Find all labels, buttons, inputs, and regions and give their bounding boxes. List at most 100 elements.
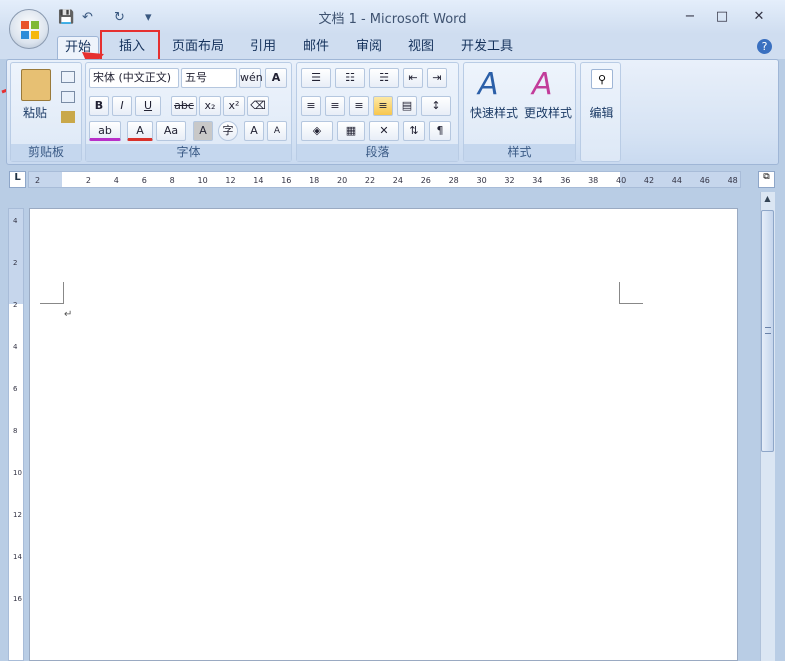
text-highlight-button[interactable]: ab bbox=[89, 121, 121, 141]
font-group-label: 字体 bbox=[86, 144, 291, 161]
subscript-button[interactable]: x₂ bbox=[199, 96, 221, 116]
ruler-tick-label: 38 bbox=[588, 176, 598, 185]
ruler-tick-label: 2 bbox=[35, 176, 40, 185]
cut-icon[interactable] bbox=[61, 71, 75, 83]
close-button[interactable]: ✕ bbox=[748, 8, 770, 26]
ruler-tick-label: 44 bbox=[672, 176, 682, 185]
vertical-ruler: 4 2 2 4 6 8 10 12 14 16 bbox=[8, 208, 24, 661]
line-spacing-icon[interactable]: ↕ bbox=[421, 96, 451, 116]
vruler-tick-label: 2 bbox=[13, 259, 17, 267]
ruler-tick-label: 4 bbox=[114, 176, 119, 185]
document-page[interactable]: ↵ bbox=[29, 208, 738, 661]
editing-label[interactable]: 编辑 bbox=[581, 104, 622, 121]
font-group: 宋体 (中文正文) 五号 wén A B I U abc x₂ x² ⌫ ab … bbox=[85, 62, 292, 162]
quick-styles-icon[interactable]: A bbox=[478, 67, 499, 102]
tab-mailings[interactable]: 邮件 bbox=[301, 36, 331, 59]
font-name-combo[interactable]: 宋体 (中文正文) bbox=[89, 68, 179, 88]
tab-selector-icon[interactable]: L bbox=[9, 171, 26, 188]
underline-button[interactable]: U bbox=[135, 96, 161, 116]
ruler-tick-label: 28 bbox=[449, 176, 459, 185]
shrink-font-button[interactable]: A bbox=[267, 121, 287, 141]
ruler-tick-label: 22 bbox=[365, 176, 375, 185]
ruler-tick-label: 10 bbox=[198, 176, 208, 185]
borders-icon[interactable]: ▦ bbox=[337, 121, 365, 141]
vruler-tick-label: 2 bbox=[13, 301, 17, 309]
quick-styles-label[interactable]: 快速样式 bbox=[466, 104, 522, 121]
scroll-up-icon[interactable]: ▲ bbox=[761, 194, 774, 208]
clipboard-group: 粘贴 剪贴板 bbox=[10, 62, 82, 162]
ruler-tick-label: 14 bbox=[253, 176, 263, 185]
vruler-tick-label: 16 bbox=[13, 595, 22, 603]
ruler-tick-label: 2 bbox=[86, 176, 91, 185]
decrease-indent-icon[interactable]: ⇤ bbox=[403, 68, 423, 88]
paste-icon[interactable] bbox=[21, 69, 51, 101]
minimize-button[interactable]: − bbox=[679, 8, 701, 26]
ruler-tick-label: 34 bbox=[532, 176, 542, 185]
office-logo-icon bbox=[21, 21, 39, 39]
vruler-tick-label: 8 bbox=[13, 427, 17, 435]
increase-indent-icon[interactable]: ⇥ bbox=[427, 68, 447, 88]
bullets-icon[interactable]: ☰ bbox=[301, 68, 331, 88]
chinese-layout-icon[interactable]: ✕ bbox=[369, 121, 399, 141]
office-button[interactable] bbox=[9, 9, 49, 49]
editing-group: ⚲ 编辑 bbox=[580, 62, 621, 162]
justify-icon[interactable]: ≡ bbox=[373, 96, 393, 116]
ruler-tick-label: 16 bbox=[281, 176, 291, 185]
copy-icon[interactable] bbox=[61, 91, 75, 103]
enclose-char-button[interactable]: 字 bbox=[218, 121, 238, 141]
styles-group-label: 样式 bbox=[464, 144, 575, 161]
ruler-tick-label: 8 bbox=[170, 176, 175, 185]
shading-icon[interactable]: ◈ bbox=[301, 121, 333, 141]
tab-references[interactable]: 引用 bbox=[248, 36, 278, 59]
ruler-tick-label: 26 bbox=[421, 176, 431, 185]
tab-page-layout[interactable]: 页面布局 bbox=[170, 36, 226, 59]
ruler-tick-label: 32 bbox=[504, 176, 514, 185]
phonetic-guide-button[interactable]: wén bbox=[239, 68, 263, 88]
vruler-tick-label: 12 bbox=[13, 511, 22, 519]
char-border-button[interactable]: A bbox=[265, 68, 287, 88]
tab-view[interactable]: 视图 bbox=[406, 36, 436, 59]
change-styles-label[interactable]: 更改样式 bbox=[520, 104, 576, 121]
vruler-tick-label: 10 bbox=[13, 469, 22, 477]
italic-button[interactable]: I bbox=[112, 96, 132, 116]
align-left-icon[interactable]: ≡ bbox=[301, 96, 321, 116]
font-size-combo[interactable]: 五号 bbox=[181, 68, 237, 88]
ruler-tick-label: 30 bbox=[477, 176, 487, 185]
ruler-tick-label: 42 bbox=[644, 176, 654, 185]
font-color-button[interactable]: A bbox=[127, 121, 153, 141]
sort-icon[interactable]: ⇅ bbox=[403, 121, 425, 141]
grow-font-button[interactable]: A bbox=[244, 121, 264, 141]
ruler-tick-label: 24 bbox=[393, 176, 403, 185]
char-shading-button[interactable]: A bbox=[193, 121, 213, 141]
help-icon[interactable]: ? bbox=[757, 39, 772, 54]
clear-formatting-icon[interactable]: ⌫ bbox=[247, 96, 269, 116]
show-marks-icon[interactable]: ¶ bbox=[429, 121, 451, 141]
binoculars-icon[interactable]: ⚲ bbox=[591, 69, 613, 89]
ruler-tick-label: 36 bbox=[560, 176, 570, 185]
superscript-button[interactable]: x² bbox=[223, 96, 245, 116]
distributed-icon[interactable]: ▤ bbox=[397, 96, 417, 116]
horizontal-ruler: 2 2 4 6 8 10 12 14 16 18 20 22 24 26 28 30 32 34 36 38 40 42 4… bbox=[28, 171, 741, 188]
change-case-button[interactable]: Aa bbox=[156, 121, 186, 141]
scrollbar-thumb[interactable] bbox=[761, 210, 774, 452]
vruler-tick-label: 4 bbox=[13, 343, 18, 351]
strikethrough-button[interactable]: abc bbox=[171, 96, 197, 116]
format-painter-icon[interactable] bbox=[61, 111, 75, 123]
vruler-tick-label: 14 bbox=[13, 553, 22, 561]
vruler-tick-label: 4 bbox=[13, 217, 18, 225]
paste-button-label[interactable]: 粘贴 bbox=[15, 104, 55, 121]
paragraph-mark[interactable]: ↵ bbox=[64, 309, 72, 320]
tab-review[interactable]: 审阅 bbox=[354, 36, 384, 59]
multilevel-list-icon[interactable]: ☵ bbox=[369, 68, 399, 88]
maximize-button[interactable]: □ bbox=[711, 8, 733, 26]
bold-button[interactable]: B bbox=[89, 96, 109, 116]
change-styles-icon[interactable]: A bbox=[532, 67, 553, 102]
align-right-icon[interactable]: ≡ bbox=[349, 96, 369, 116]
vruler-tick-label: 6 bbox=[13, 385, 18, 393]
view-ruler-icon[interactable]: ⧉ bbox=[758, 171, 775, 188]
ruler-tick-label: 46 bbox=[700, 176, 710, 185]
tab-developer[interactable]: 开发工具 bbox=[459, 36, 515, 59]
vertical-ruler-ticks: 4 2 2 4 6 8 10 12 14 16 bbox=[13, 217, 22, 603]
align-center-icon[interactable]: ≡ bbox=[325, 96, 345, 116]
numbering-icon[interactable]: ☷ bbox=[335, 68, 365, 88]
